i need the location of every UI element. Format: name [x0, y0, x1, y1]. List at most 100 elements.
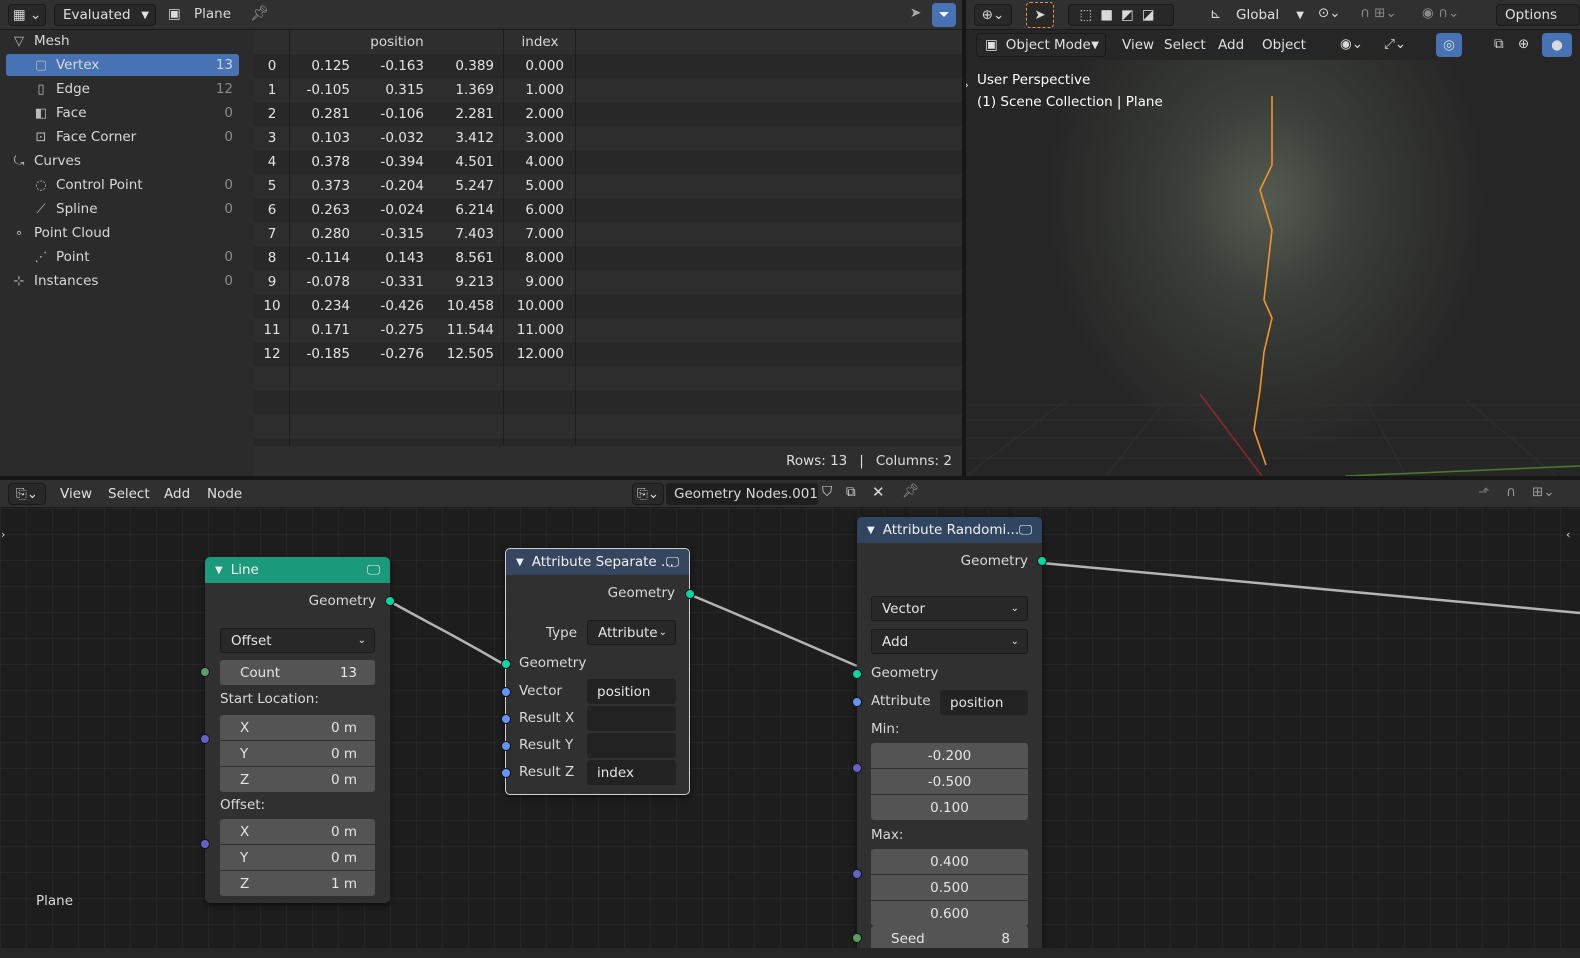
line-start-field[interactable]: Y0 m — [220, 741, 375, 766]
socket-result-z[interactable] — [501, 768, 511, 778]
socket-count[interactable] — [200, 667, 210, 677]
rand-max-field[interactable]: 0.600 — [871, 901, 1028, 926]
menu-select[interactable]: Select — [108, 480, 150, 508]
socket-input-geometry[interactable] — [852, 669, 862, 679]
node-tree-name-field[interactable]: Geometry Nodes.001 — [666, 483, 818, 505]
pin-icon[interactable]: 📌︎ — [902, 483, 919, 499]
attribute-separate-node[interactable]: ▼ Attribute Separate ... 🖵︎ Geometry Typ… — [501, 548, 695, 795]
menu-object[interactable]: Object — [1262, 30, 1306, 60]
attribute-name-field[interactable]: index — [587, 760, 676, 785]
tree-item-instances[interactable]: ⊹ Instances 0 — [6, 270, 239, 292]
line-offset-field[interactable]: Y0 m — [220, 845, 375, 870]
collapse-icon[interactable]: ▼ — [215, 565, 223, 576]
selected-only-icon[interactable]: ➤ — [910, 5, 921, 21]
editor-type-button[interactable]: ⎘⌄ — [8, 483, 46, 505]
select-mode-buttons[interactable]: ⬚■◩◪ — [1068, 4, 1174, 26]
xray-icon[interactable]: ⧉ — [1494, 36, 1504, 52]
editor-type-button[interactable]: ▦ ⌄ — [8, 4, 46, 26]
overlay-button[interactable]: ◎ — [1436, 33, 1462, 57]
attribute-name-field[interactable]: position — [587, 679, 676, 704]
rand-min-field[interactable]: -0.500 — [871, 769, 1028, 794]
tree-item-vertex[interactable]: ▢ Vertex 13 — [6, 54, 239, 76]
socket-output-geometry[interactable] — [1037, 556, 1047, 566]
sidebar-toggle-icon[interactable]: ‹ — [1566, 528, 1570, 541]
line-mode-dropdown[interactable]: Offset ⌄ — [220, 628, 375, 653]
mode-dropdown[interactable]: ▣ Object Mode ▼ — [976, 33, 1106, 57]
attribute-name-field[interactable] — [587, 706, 676, 731]
socket-vector[interactable] — [501, 687, 511, 697]
tree-item-spline[interactable]: ⟋ Spline 0 — [6, 198, 239, 220]
menu-add[interactable]: Add — [164, 480, 190, 508]
socket-offset[interactable] — [200, 839, 210, 849]
preview-icon[interactable]: 🖵︎ — [367, 562, 380, 578]
tree-item-curves[interactable]: ⤿ Curves — [6, 150, 239, 172]
snap-icon[interactable]: ∩ ⊞⌄ — [1360, 5, 1397, 21]
socket-geometry[interactable] — [501, 659, 511, 669]
collapse-icon[interactable]: ▼ — [867, 525, 875, 536]
socket-start-location[interactable] — [200, 734, 210, 744]
parent-node-tree-icon[interactable]: ⬏ — [1478, 484, 1489, 500]
pivot-icon[interactable]: ⊙⌄ — [1318, 5, 1341, 21]
snap-element-icon[interactable]: ⊞⌄ — [1532, 484, 1555, 500]
evaluated-dropdown[interactable]: Evaluated ▼ — [54, 4, 156, 26]
rand-min-field[interactable]: 0.100 — [871, 795, 1028, 820]
options-button[interactable]: Options — [1496, 4, 1580, 26]
socket-result-x[interactable] — [501, 714, 511, 724]
menu-view[interactable]: View — [1122, 30, 1154, 60]
menu-select[interactable]: Select — [1164, 30, 1206, 60]
line-offset-field[interactable]: Z1 m — [220, 871, 375, 896]
rand-max-field[interactable]: 0.400 — [871, 849, 1028, 874]
type-dropdown[interactable]: Attribute ⌄ — [587, 620, 676, 645]
close-icon[interactable]: ✕ — [872, 483, 885, 501]
solid-shading-button[interactable]: ● — [1542, 33, 1572, 57]
count-field[interactable]: Count 13 — [220, 660, 375, 685]
line-node[interactable]: ▼ Line 🖵︎ Geometry Offset ⌄ Count 13 Star… — [200, 557, 395, 903]
rand-min-field[interactable]: -0.200 — [871, 743, 1028, 768]
socket-min[interactable] — [852, 763, 862, 773]
node-editor-canvas[interactable]: › ‹ ▼ Line 🖵︎ Geometry Offset ⌄ Count 13 … — [0, 508, 1580, 948]
collapse-icon[interactable]: ▼ — [516, 557, 524, 568]
chevron-right-icon[interactable]: › — [966, 78, 969, 92]
tree-item-face[interactable]: ◧ Face 0 — [6, 102, 239, 124]
socket-result-y[interactable] — [501, 741, 511, 751]
menu-view[interactable]: View — [60, 480, 92, 508]
menu-add[interactable]: Add — [1218, 30, 1244, 60]
select-tool-button[interactable]: ➤ — [1026, 2, 1054, 28]
seed-field[interactable]: Seed 8 — [871, 926, 1028, 948]
rand-max-field[interactable]: 0.500 — [871, 875, 1028, 900]
line-offset-field[interactable]: X0 m — [220, 819, 375, 844]
tree-item-face-corner[interactable]: ⊡ Face Corner 0 — [6, 126, 239, 148]
tree-item-point-cloud[interactable]: ∘ Point Cloud — [6, 222, 239, 244]
editor-type-button[interactable]: ⊕⌄ — [974, 4, 1012, 26]
gizmo-icon[interactable]: ⤢⌄ — [1384, 36, 1406, 52]
socket-attribute[interactable] — [852, 697, 862, 707]
transform-orientation-dropdown[interactable]: Global ▼ — [1228, 4, 1310, 26]
data-type-dropdown[interactable]: Vector ⌄ — [871, 596, 1028, 621]
attribute-field[interactable]: position — [940, 690, 1028, 715]
attribute-name-field[interactable] — [587, 733, 676, 758]
tree-item-mesh[interactable]: ▽ Mesh — [6, 30, 239, 52]
preview-icon[interactable]: 🖵︎ — [666, 554, 679, 570]
pin-icon[interactable]: 📌︎ — [250, 4, 269, 22]
tree-item-edge[interactable]: ▯ Edge 12 — [6, 78, 239, 100]
node-tree-type-button[interactable]: ⎘⌄ — [632, 483, 664, 505]
3d-viewport[interactable]: User Perspective (1) Scene Collection | … — [966, 60, 1580, 476]
socket-output-geometry[interactable] — [685, 589, 695, 599]
operation-dropdown[interactable]: Add ⌄ — [871, 629, 1028, 654]
randomize-node-header[interactable]: ▼ Attribute Randomi... 🖵︎ — [857, 517, 1042, 543]
line-node-header[interactable]: ▼ Line 🖵︎ — [205, 557, 390, 583]
snap-icon[interactable]: ∩ — [1506, 484, 1516, 500]
filter-button[interactable]: ⏷ — [932, 3, 956, 27]
tree-item-control-point[interactable]: ◌ Control Point 0 — [6, 174, 239, 196]
line-start-field[interactable]: Z0 m — [220, 767, 375, 792]
visibility-icon[interactable]: ◉⌄ — [1340, 36, 1363, 52]
tree-item-point[interactable]: ⋰ Point 0 — [6, 246, 239, 268]
fake-user-icon[interactable]: ⛉ — [822, 484, 832, 500]
line-start-field[interactable]: X0 m — [220, 715, 375, 740]
preview-icon[interactable]: 🖵︎ — [1019, 522, 1032, 538]
wireframe-shading-icon[interactable]: ⊕ — [1518, 36, 1529, 52]
socket-seed[interactable] — [852, 933, 862, 943]
attribute-randomize-node[interactable]: ▼ Attribute Randomi... 🖵︎ Geometry Vecto… — [852, 517, 1047, 948]
socket-max[interactable] — [852, 869, 862, 879]
separate-node-header[interactable]: ▼ Attribute Separate ... 🖵︎ — [506, 549, 689, 575]
